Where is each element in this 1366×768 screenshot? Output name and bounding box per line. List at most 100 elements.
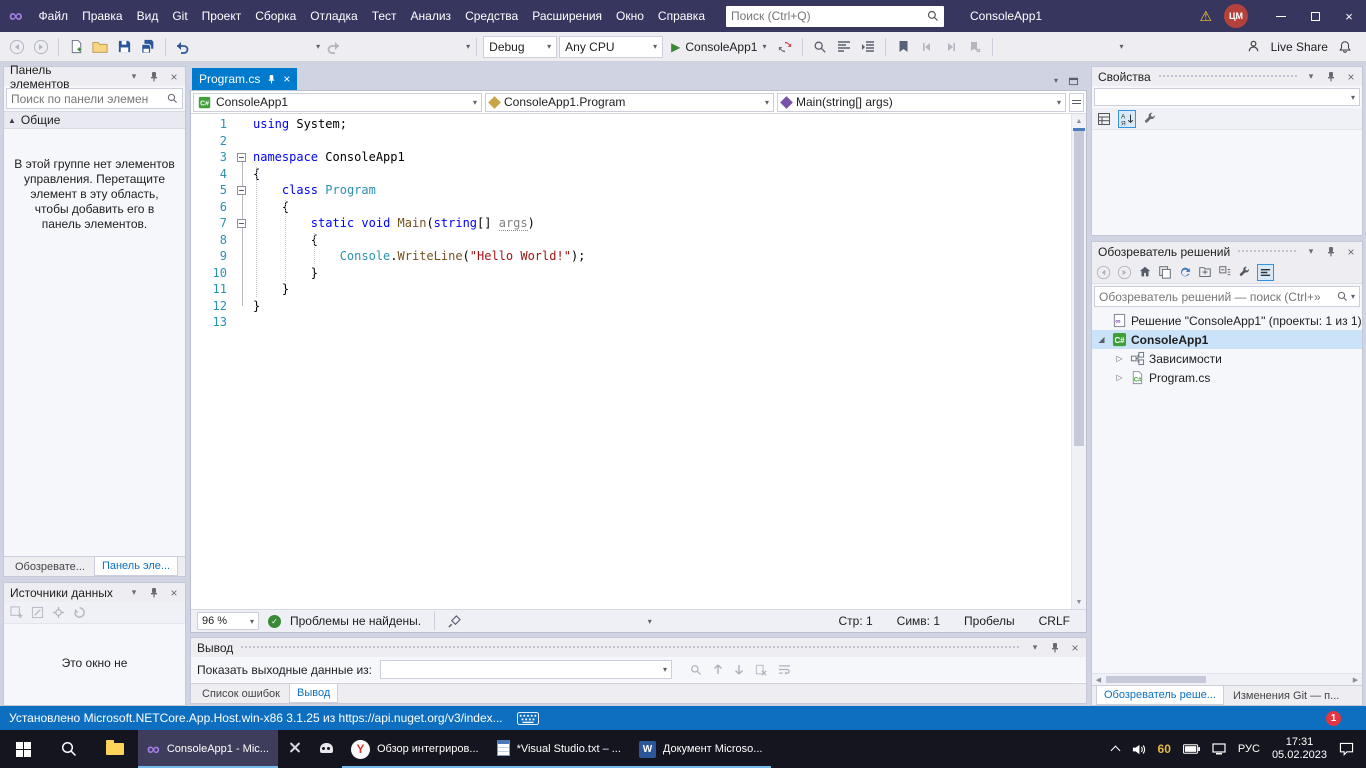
battery-icon[interactable] — [1183, 744, 1200, 754]
undo-icon[interactable] — [172, 36, 194, 58]
taskbar-search-button[interactable] — [46, 730, 92, 768]
toolbar-overflow-icon[interactable]: ▾ — [1120, 42, 1124, 51]
menu-item-Сборка[interactable]: Сборка — [248, 0, 303, 32]
menu-item-Средства[interactable]: Средства — [458, 0, 525, 32]
new-file-icon[interactable] — [65, 36, 87, 58]
minimize-button[interactable] — [1264, 0, 1298, 32]
redo-icon[interactable] — [322, 36, 344, 58]
chevron-down-icon[interactable]: ▾ — [1304, 245, 1318, 259]
show-all-files-icon[interactable] — [1257, 264, 1274, 281]
code-line[interactable]: } — [250, 265, 1071, 282]
fold-minus-icon[interactable] — [237, 153, 246, 162]
live-share-icon[interactable] — [1246, 39, 1261, 54]
scroll-left-icon[interactable]: ◀ — [1092, 676, 1105, 684]
data-sources-header[interactable]: Источники данных ▾ × — [4, 583, 185, 602]
taskbar-task-yandex-browser[interactable]: YОбзор интегриров... — [342, 730, 488, 768]
output-tab[interactable]: Вывод — [289, 684, 338, 703]
navigate-back-icon[interactable] — [6, 36, 28, 58]
indent-lines-icon[interactable] — [857, 36, 879, 58]
pin-icon[interactable] — [147, 70, 161, 84]
output-header[interactable]: Вывод ▾ × — [191, 638, 1086, 657]
close-icon[interactable]: × — [167, 70, 181, 84]
close-button[interactable]: × — [1332, 0, 1366, 32]
solution-explorer-header[interactable]: Обозреватель решений ▾ × — [1092, 242, 1362, 261]
menu-item-Справка[interactable]: Справка — [651, 0, 712, 32]
hot-reload-icon[interactable] — [774, 36, 796, 58]
code-line[interactable]: Console.WriteLine("Hello World!"); — [250, 248, 1071, 265]
menu-item-Окно[interactable]: Окно — [609, 0, 651, 32]
taskbar-clock[interactable]: 17:31 05.02.2023 — [1272, 736, 1327, 762]
toolbox-search-box[interactable] — [6, 88, 183, 109]
taskbar-task-notepad[interactable]: *Visual Studio.txt – ... — [488, 730, 630, 768]
scrollbar-thumb[interactable] — [1074, 131, 1084, 446]
code-line[interactable]: namespace ConsoleApp1 — [250, 149, 1071, 166]
tray-overflow-icon[interactable] — [1110, 746, 1120, 756]
code-line[interactable]: { — [250, 232, 1071, 249]
solution-horizontal-scrollbar[interactable]: ◀ ▶ — [1092, 673, 1362, 685]
clear-bookmarks-icon[interactable] — [964, 36, 986, 58]
language-indicator[interactable]: РУС — [1238, 743, 1260, 755]
close-icon[interactable]: × — [1068, 641, 1082, 655]
close-icon[interactable]: × — [167, 586, 181, 600]
code-cleanup-dropdown-icon[interactable]: ▾ — [648, 617, 652, 626]
file-explorer-button[interactable] — [92, 730, 138, 768]
chevron-down-icon[interactable]: ▾ — [1028, 641, 1042, 655]
keyboard-icon[interactable] — [517, 712, 539, 725]
code-line[interactable]: class Program — [250, 182, 1071, 199]
expander-icon[interactable]: ▷ — [1114, 354, 1125, 363]
network-icon[interactable] — [1212, 743, 1226, 755]
fold-minus-icon[interactable] — [237, 186, 246, 195]
refresh-data-source-icon[interactable] — [73, 606, 86, 619]
toolbox-group-general[interactable]: ▲ Общие — [4, 111, 185, 129]
notification-badge[interactable]: 1 — [1326, 711, 1341, 726]
undo-dropdown-icon[interactable]: ▾ — [316, 42, 320, 51]
word-wrap-icon[interactable] — [778, 664, 791, 675]
comment-lines-icon[interactable] — [833, 36, 855, 58]
properties-content[interactable] — [1092, 130, 1362, 235]
taskbar-task-word[interactable]: WДокумент Microso... — [630, 730, 772, 768]
properties-header[interactable]: Свойства ▾ × — [1092, 67, 1362, 86]
menu-item-Правка[interactable]: Правка — [75, 0, 130, 32]
code-line[interactable]: } — [250, 298, 1071, 315]
bookmark-icon[interactable] — [892, 36, 914, 58]
project-dropdown[interactable]: C# ConsoleApp1 ▾ — [193, 93, 482, 112]
account-avatar[interactable]: ЦМ — [1224, 4, 1248, 28]
code-line[interactable] — [250, 314, 1071, 331]
close-icon[interactable]: × — [1344, 245, 1358, 259]
volume-icon[interactable] — [1131, 742, 1146, 757]
code-editor[interactable]: 12345678910111213 using System;namespace… — [191, 114, 1086, 609]
expander-icon[interactable]: ▷ — [1114, 373, 1125, 382]
clear-all-icon[interactable] — [755, 664, 767, 676]
pin-icon[interactable] — [1324, 70, 1338, 84]
collapse-all-icon[interactable] — [1218, 265, 1232, 279]
tree-item-solution[interactable]: ∞Решение "ConsoleApp1" (проекты: 1 из 1) — [1092, 311, 1362, 330]
pin-icon[interactable] — [1048, 641, 1062, 655]
solution-explorer-tab[interactable]: Изменения Git — п... — [1226, 686, 1346, 705]
close-icon[interactable]: × — [1344, 70, 1358, 84]
back-icon[interactable] — [1096, 265, 1111, 280]
fps-counter[interactable]: 60 — [1158, 742, 1171, 756]
chevron-down-icon[interactable]: ▾ — [1304, 70, 1318, 84]
menu-item-Git[interactable]: Git — [165, 0, 194, 32]
document-list-dropdown-icon[interactable]: ▾ — [1054, 76, 1058, 85]
solution-search-input[interactable] — [1099, 290, 1334, 304]
live-share-label[interactable]: Live Share — [1271, 40, 1328, 54]
code-lines[interactable]: using System;namespace ConsoleApp1{ clas… — [250, 114, 1071, 609]
taskbar-task-visual-studio[interactable]: ∞ConsoleApp1 - Mic... — [138, 730, 278, 768]
code-line[interactable]: { — [250, 199, 1071, 216]
solution-search-box[interactable]: ▾ — [1094, 286, 1360, 307]
tab-program-cs[interactable]: Program.cs × — [192, 68, 297, 90]
platform-dropdown[interactable]: Any CPU ▾ — [559, 36, 663, 58]
code-line[interactable]: { — [250, 166, 1071, 183]
configuration-dropdown[interactable]: Debug ▾ — [483, 36, 557, 58]
scroll-up-icon[interactable]: ▲ — [1072, 114, 1086, 128]
scrollbar-thumb[interactable] — [1106, 676, 1206, 683]
output-tab[interactable]: Список ошибок — [195, 684, 287, 703]
maximize-button[interactable] — [1298, 0, 1332, 32]
action-center-icon[interactable] — [1339, 742, 1354, 756]
expander-icon[interactable]: ◢ — [1096, 335, 1107, 344]
properties-wrench-icon[interactable] — [1238, 266, 1251, 279]
properties-object-dropdown[interactable]: ▾ — [1094, 88, 1360, 106]
toolbox-tab[interactable]: Панель эле... — [94, 557, 178, 576]
menu-item-Проект[interactable]: Проект — [195, 0, 249, 32]
